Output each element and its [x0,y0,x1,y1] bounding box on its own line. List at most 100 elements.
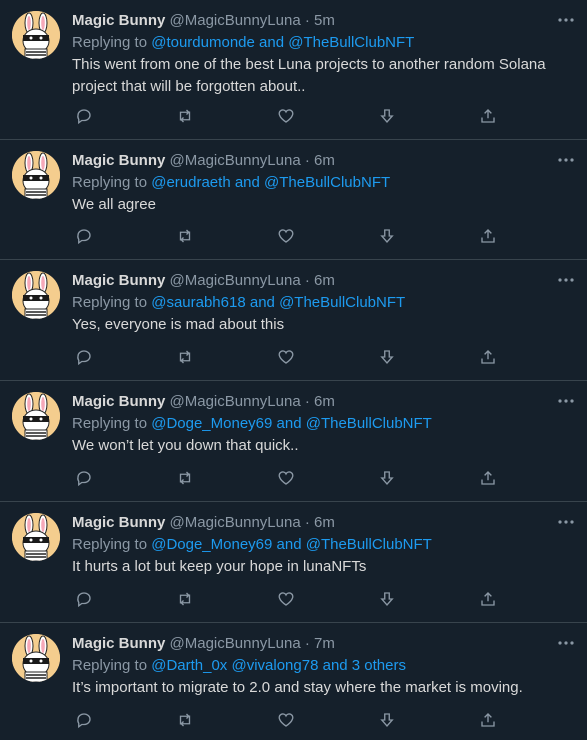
avatar[interactable] [12,271,60,319]
separator-dot: · [304,12,310,29]
reply-icon[interactable] [72,708,96,732]
share-icon[interactable] [476,345,500,369]
timestamp[interactable]: 7m [314,635,335,652]
replying-to-label: Replying to [72,34,152,51]
action-bar [72,104,575,128]
share-icon[interactable] [476,708,500,732]
like-icon[interactable] [274,345,298,369]
user-handle[interactable]: @MagicBunnyLuna [170,272,301,289]
display-name[interactable]: Magic Bunny [72,393,165,410]
like-icon[interactable] [274,708,298,732]
more-options-icon[interactable] [553,391,579,411]
tweet-header: Magic Bunny @MagicBunnyLuna · 6m [72,392,575,412]
tweet-text: Yes, everyone is mad about this [72,316,285,333]
mention-link[interactable]: @vivalong78 and 3 others [231,657,406,674]
action-bar [72,345,575,369]
tweet-item[interactable]: Magic Bunny @MagicBunnyLuna · 6m Replyin… [0,260,587,381]
tweet-content: Magic Bunny @MagicBunnyLuna · 6m Replyin… [72,513,575,578]
timestamp[interactable]: 6m [314,152,335,169]
avatar[interactable] [12,11,60,59]
share-icon[interactable] [476,466,500,490]
timestamp[interactable]: 6m [314,393,335,410]
replying-to: Replying to @Darth_0x @vivalong78 and 3 … [72,656,575,676]
mention-link[interactable]: @TheBullClubNFT [288,34,414,51]
mention-link[interactable]: @erudraeth [151,174,230,191]
avatar[interactable] [12,513,60,561]
user-handle[interactable]: @MagicBunnyLuna [170,393,301,410]
downvote-icon[interactable] [375,104,399,128]
replying-to-label: Replying to [72,174,152,191]
more-options-icon[interactable] [553,10,579,30]
mention-link[interactable]: @Darth_0x [151,657,227,674]
separator-dot: · [304,272,310,289]
retweet-icon[interactable] [173,587,197,611]
replying-to-label: Replying to [72,415,152,432]
more-options-icon[interactable] [553,512,579,532]
mention-link[interactable]: @TheBullClubNFT [264,174,390,191]
retweet-icon[interactable] [173,708,197,732]
reply-icon[interactable] [72,587,96,611]
share-icon[interactable] [476,104,500,128]
user-handle[interactable]: @MagicBunnyLuna [170,635,301,652]
display-name[interactable]: Magic Bunny [72,272,165,289]
mention-link[interactable]: @Doge_Money69 [151,415,272,432]
mention-link[interactable]: @Doge_Money69 [151,536,272,553]
downvote-icon[interactable] [375,708,399,732]
share-icon[interactable] [476,587,500,611]
display-name[interactable]: Magic Bunny [72,152,165,169]
downvote-icon[interactable] [375,345,399,369]
retweet-icon[interactable] [173,104,197,128]
user-handle[interactable]: @MagicBunnyLuna [170,514,301,531]
mention-link[interactable]: @TheBullClubNFT [306,415,432,432]
tweet-header: Magic Bunny @MagicBunnyLuna · 5m [72,11,575,31]
like-icon[interactable] [274,466,298,490]
tweet-item[interactable]: Magic Bunny @MagicBunnyLuna · 5m Replyin… [0,0,587,140]
display-name[interactable]: Magic Bunny [72,12,165,29]
tweet-content: Magic Bunny @MagicBunnyLuna · 7m Replyin… [72,634,575,699]
retweet-icon[interactable] [173,345,197,369]
reply-icon[interactable] [72,345,96,369]
avatar[interactable] [12,634,60,682]
display-name[interactable]: Magic Bunny [72,635,165,652]
mention-link[interactable]: @TheBullClubNFT [279,294,405,311]
user-handle[interactable]: @MagicBunnyLuna [170,152,301,169]
mention-link[interactable]: @TheBullClubNFT [306,536,432,553]
tweet-header: Magic Bunny @MagicBunnyLuna · 7m [72,634,575,654]
mention-link[interactable]: @tourdumonde [151,34,255,51]
retweet-icon[interactable] [173,466,197,490]
mention-and: and [245,294,280,311]
tweet-item[interactable]: Magic Bunny @MagicBunnyLuna · 6m Replyin… [0,381,587,502]
like-icon[interactable] [274,224,298,248]
tweet-text: This went from one of the best Luna proj… [72,56,546,95]
more-options-icon[interactable] [553,270,579,290]
display-name[interactable]: Magic Bunny [72,514,165,531]
reply-icon[interactable] [72,104,96,128]
downvote-icon[interactable] [375,587,399,611]
tweet-text: It’s important to migrate to 2.0 and sta… [72,679,523,696]
timestamp[interactable]: 5m [314,12,335,29]
timestamp[interactable]: 6m [314,514,335,531]
user-handle[interactable]: @MagicBunnyLuna [170,12,301,29]
more-options-icon[interactable] [553,633,579,653]
tweet-content: Magic Bunny @MagicBunnyLuna · 6m Replyin… [72,392,575,457]
like-icon[interactable] [274,587,298,611]
reply-icon[interactable] [72,466,96,490]
tweet-item[interactable]: Magic Bunny @MagicBunnyLuna · 6m Replyin… [0,502,587,623]
tweet-item[interactable]: Magic Bunny @MagicBunnyLuna · 6m Replyin… [0,140,587,260]
downvote-icon[interactable] [375,224,399,248]
action-bar [72,466,575,490]
downvote-icon[interactable] [375,466,399,490]
avatar[interactable] [12,151,60,199]
retweet-icon[interactable] [173,224,197,248]
reply-icon[interactable] [72,224,96,248]
avatar[interactable] [12,392,60,440]
more-options-icon[interactable] [553,150,579,170]
mention-link[interactable]: @saurabh618 [151,294,245,311]
tweet-text: It hurts a lot but keep your hope in lun… [72,558,367,575]
share-icon[interactable] [476,224,500,248]
like-icon[interactable] [274,104,298,128]
tweet-text: We won’t let you down that quick.. [72,437,299,454]
timestamp[interactable]: 6m [314,272,335,289]
tweet-item[interactable]: Magic Bunny @MagicBunnyLuna · 7m Replyin… [0,623,587,740]
tweet-content: Magic Bunny @MagicBunnyLuna · 6m Replyin… [72,271,575,336]
